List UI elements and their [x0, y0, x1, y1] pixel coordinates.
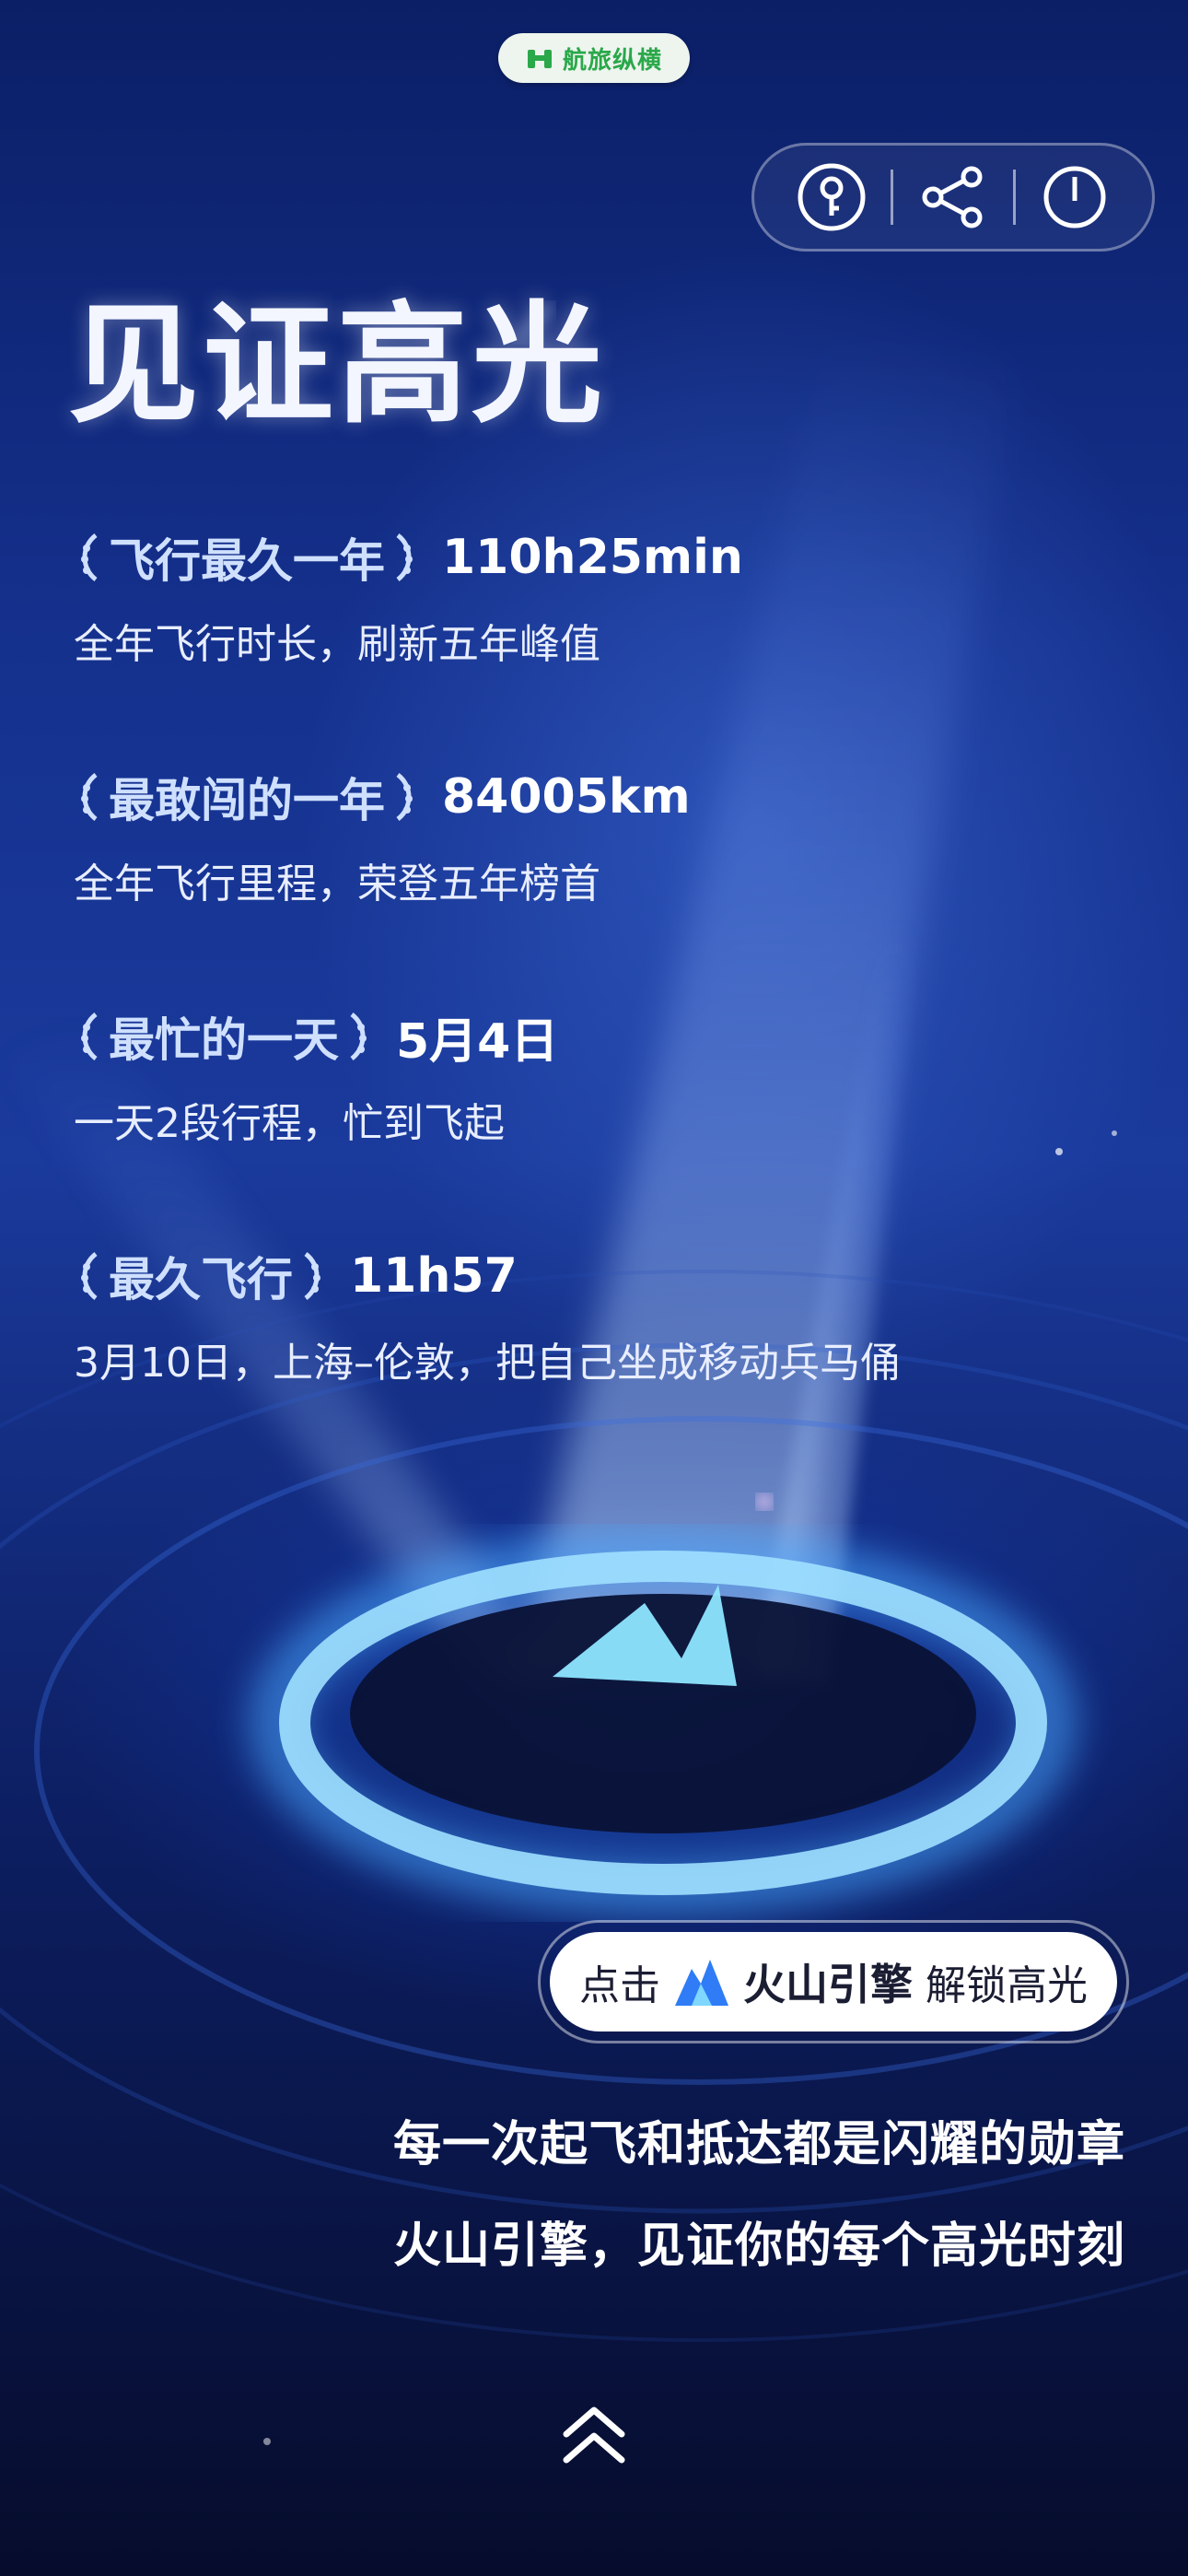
- power-icon: [1043, 166, 1106, 228]
- laurel-right-icon: [396, 773, 413, 821]
- unlock-highlight-button[interactable]: 点击 火山引擎 解锁高光: [550, 1932, 1117, 2032]
- unlock-suffix: 解锁高光: [926, 1962, 1088, 2009]
- highlight-value: 110h25min: [442, 530, 743, 585]
- double-chevron-up-icon: [563, 2406, 625, 2464]
- laurel-left-icon: [81, 533, 98, 581]
- highlight-title: 最久飞行: [109, 1253, 293, 1306]
- highlight-value: 84005km: [442, 769, 691, 825]
- highlight-title: 最敢闯的一年: [109, 774, 385, 827]
- page-title: 见证高光: [68, 288, 606, 441]
- key-icon: [798, 163, 866, 231]
- toolbar: [751, 143, 1155, 252]
- unlock-brand: 火山引擎: [743, 1960, 913, 2009]
- volcano-engine-icon: [675, 1960, 728, 2006]
- toolbar-divider: [891, 170, 894, 225]
- highlight-item: 最忙的一天 5月4日 一天2段行程，忙到飞起: [74, 1000, 558, 1149]
- footer-line-1: 每一次起飞和抵达都是闪耀的勋章: [392, 2117, 1125, 2172]
- ring-center: [350, 1594, 976, 1833]
- brand-pill: 航旅纵横: [498, 33, 690, 83]
- highlight-desc: 全年飞行里程，荣登五年榜首: [74, 861, 600, 907]
- highlight-title: 最忙的一天: [109, 1013, 339, 1067]
- unlock-prefix: 点击: [579, 1962, 660, 2009]
- orbit-ring: [0, 1342, 1188, 2214]
- highlight-item: 最敢闯的一年 84005km 全年飞行里程，荣登五年榜首: [74, 760, 691, 909]
- laurel-left-icon: [81, 1252, 98, 1300]
- toolbar-divider: [1012, 170, 1016, 225]
- highlight-value: 5月4日: [396, 1013, 559, 1070]
- share-icon: [922, 166, 983, 228]
- highlight-desc: 全年飞行时长，刷新五年峰值: [74, 621, 600, 668]
- laurel-left-icon: [81, 773, 98, 821]
- brand-logo-icon: [527, 50, 552, 68]
- laurel-left-icon: [81, 1013, 98, 1060]
- share-button[interactable]: [914, 158, 993, 237]
- key-button[interactable]: [792, 158, 871, 237]
- footer-line-2: 火山引擎，见证你的每个高光时刻: [392, 2219, 1125, 2274]
- glow-ring: [249, 1529, 1077, 1916]
- laurel-right-icon: [350, 1013, 367, 1060]
- swipe-up-button[interactable]: [557, 2403, 631, 2467]
- highlight-item: 最久飞行 11h57 3月10日，上海–伦敦，把自己坐成移动兵马俑: [74, 1239, 901, 1388]
- laurel-right-icon: [304, 1252, 320, 1300]
- brand-name: 航旅纵横: [562, 46, 662, 75]
- power-button[interactable]: [1035, 158, 1114, 237]
- highlight-item: 飞行最久一年 110h25min 全年飞行时长，刷新五年峰值: [74, 521, 743, 670]
- highlight-title: 飞行最久一年: [109, 534, 385, 588]
- highlight-value: 11h57: [350, 1248, 518, 1304]
- volcano-mark: [553, 1585, 737, 1686]
- highlight-desc: 一天2段行程，忙到飞起: [74, 1100, 505, 1147]
- highlight-desc: 3月10日，上海–伦敦，把自己坐成移动兵马俑: [74, 1340, 901, 1387]
- glow-ring: [279, 1551, 1047, 1895]
- unlock-button-frame: 点击 火山引擎 解锁高光: [538, 1920, 1129, 2043]
- orbit-ring: [0, 1270, 1188, 2342]
- laurel-right-icon: [396, 533, 413, 581]
